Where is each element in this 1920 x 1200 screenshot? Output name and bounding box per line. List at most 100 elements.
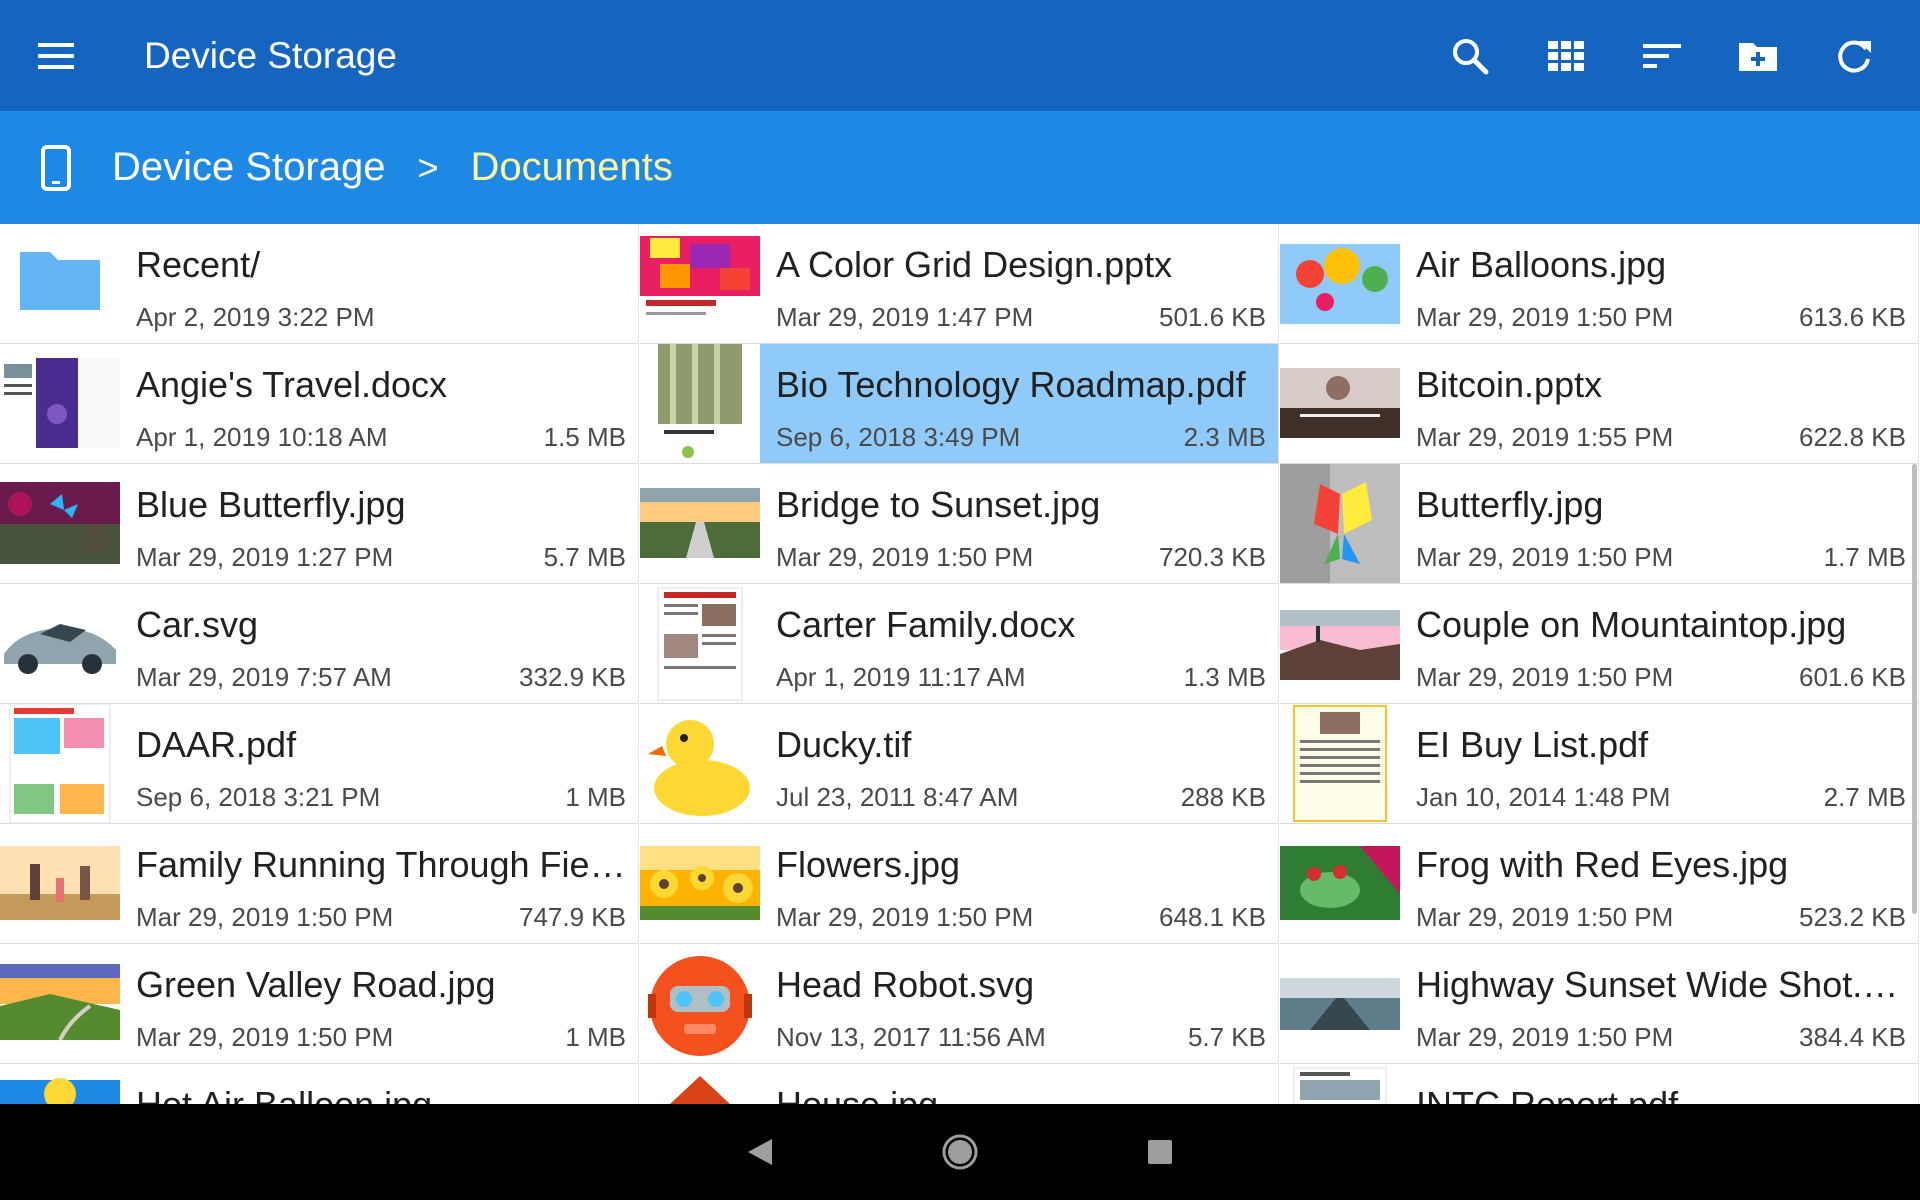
file-name: Bitcoin.pptx [1416,364,1603,405]
file-date: Mar 29, 2019 1:50 PM [776,542,1034,572]
ducky-thumbnail [640,704,760,823]
new-folder-button[interactable] [1710,0,1806,111]
scrollbar[interactable] [1912,464,1917,914]
file-date: Sep 6, 2018 3:21 PM [136,782,381,812]
file-name: Ducky.tif [776,724,912,765]
file-item[interactable]: Bridge to Sunset.jpg Mar 29, 2019 1:50 P… [640,464,1279,584]
sort-button[interactable] [1614,0,1710,111]
file-name: Blue Butterfly.jpg [136,484,406,525]
grid-view-icon [1548,40,1584,71]
file-size: 523.2 KB [1799,902,1906,932]
file-date: Apr 1, 2019 11:17 AM [776,662,1026,692]
file-item[interactable]: Green Valley Road.jpg Mar 29, 2019 1:50 … [0,944,639,1064]
file-size: 2.7 MB [1823,782,1906,812]
back-button[interactable] [660,1104,860,1200]
file-item[interactable]: EI Buy List.pdf Jan 10, 2014 1:48 PM 2.7… [1280,704,1919,824]
file-grid[interactable]: Recent/ Apr 2, 2019 3:22 PM A Color Grid… [0,224,1920,1104]
home-button[interactable] [860,1104,1060,1200]
file-date: Jan 10, 2014 1:48 PM [1416,782,1671,812]
file-size: 613.6 KB [1799,302,1906,332]
file-size: 5.7 KB [1187,1022,1266,1052]
new-folder-icon [1739,42,1777,71]
file-name: Air Balloons.jpg [1416,244,1667,285]
file-item[interactable]: INTC Report.pdf [1280,1064,1919,1104]
file-item[interactable]: Air Balloons.jpg Mar 29, 2019 1:50 PM 61… [1280,224,1919,344]
file-name: Bridge to Sunset.jpg [776,484,1101,525]
file-item[interactable]: Blue Butterfly.jpg Mar 29, 2019 1:27 PM … [0,464,639,584]
file-item[interactable]: Bitcoin.pptx Mar 29, 2019 1:55 PM 622.8 … [1280,344,1919,464]
family-running-thumbnail [0,824,120,943]
file-item[interactable]: Couple on Mountaintop.jpg Mar 29, 2019 1… [1280,584,1919,704]
file-date: Mar 29, 2019 1:50 PM [1416,662,1674,692]
device-button[interactable] [0,111,112,224]
file-name: A Color Grid Design.pptx [776,244,1173,285]
file-size: 5.7 MB [543,542,626,572]
file-size: 2.3 MB [1183,422,1266,452]
file-item-selected[interactable]: Bio Technology Roadmap.pdf Sep 6, 2018 3… [640,344,1279,464]
bridge-sunset-thumbnail [640,464,760,583]
file-name: Angie's Travel.docx [136,364,448,405]
file-size: 384.4 KB [1799,1022,1906,1052]
file-size: 747.9 KB [519,902,626,932]
menu-button[interactable] [0,0,112,111]
system-nav-bar [0,1104,1920,1200]
recents-button[interactable] [1060,1104,1260,1200]
file-item[interactable]: Car.svg Mar 29, 2019 7:57 AM 332.9 KB [0,584,639,704]
file-item[interactable]: Hot Air Balloon.jpg [0,1064,639,1104]
recents-icon [1148,1140,1172,1164]
refresh-icon [1838,40,1871,73]
file-item[interactable]: Head Robot.svg Nov 13, 2017 11:56 AM 5.7… [640,944,1279,1064]
robot-thumbnail [640,944,760,1063]
file-name: DAAR.pdf [136,724,297,765]
file-item[interactable]: A Color Grid Design.pptx Mar 29, 2019 1:… [640,224,1279,344]
file-name: Head Robot.svg [776,964,1035,1005]
breadcrumb-current[interactable]: Documents [471,145,673,190]
file-item[interactable]: Frog with Red Eyes.jpg Mar 29, 2019 1:50… [1280,824,1919,944]
refresh-button[interactable] [1806,0,1902,111]
file-size: 332.9 KB [519,662,626,692]
color-grid-thumbnail [640,224,760,343]
file-item[interactable]: Butterfly.jpg Mar 29, 2019 1:50 PM 1.7 M… [1280,464,1919,584]
file-name: Frog with Red Eyes.jpg [1416,844,1789,885]
flowers-thumbnail [640,824,760,943]
file-name: Recent/ [136,244,261,285]
file-item[interactable]: Highway Sunset Wide Shot.jpg Mar 29, 201… [1280,944,1919,1064]
file-date: Nov 13, 2017 11:56 AM [776,1022,1046,1052]
file-name: Carter Family.docx [776,604,1076,645]
file-name: EI Buy List.pdf [1416,724,1649,765]
file-name: Flowers.jpg [776,844,961,885]
file-item[interactable]: House.jpg [640,1064,1279,1104]
file-date: Mar 29, 2019 1:50 PM [136,1022,394,1052]
file-size: 501.6 KB [1159,302,1266,332]
file-item[interactable]: Angie's Travel.docx Apr 1, 2019 10:18 AM… [0,344,639,464]
bitcoin-thumbnail [1280,344,1400,463]
file-name: Bio Technology Roadmap.pdf [776,364,1246,405]
app-title: Device Storage [144,34,397,76]
sort-icon [1643,43,1681,68]
rainbow-butterfly-thumbnail [1280,464,1400,583]
file-date: Sep 6, 2018 3:49 PM [776,422,1021,452]
file-date: Mar 29, 2019 1:50 PM [1416,1022,1674,1052]
biotech-thumbnail [640,344,760,463]
file-item[interactable]: Ducky.tif Jul 23, 2011 8:47 AM 288 KB [640,704,1279,824]
file-name: Couple on Mountaintop.jpg [1416,604,1847,645]
file-item[interactable]: Carter Family.docx Apr 1, 2019 11:17 AM … [640,584,1279,704]
home-icon [942,1134,978,1170]
mountaintop-thumbnail [1280,584,1400,703]
file-item[interactable]: Family Running Through Fiel… Mar 29, 201… [0,824,639,944]
file-date: Mar 29, 2019 1:55 PM [1416,422,1674,452]
house-thumbnail [640,1064,760,1104]
grid-view-button[interactable] [1518,0,1614,111]
file-item[interactable]: Recent/ Apr 2, 2019 3:22 PM [0,224,639,344]
folder-icon [0,224,120,343]
file-size: 601.6 KB [1799,662,1906,692]
menu-icon [38,42,74,69]
search-icon [1453,38,1489,74]
file-item[interactable]: Flowers.jpg Mar 29, 2019 1:50 PM 648.1 K… [640,824,1279,944]
breadcrumb-root[interactable]: Device Storage [112,145,385,190]
search-button[interactable] [1422,0,1518,111]
file-date: Mar 29, 2019 1:27 PM [136,542,394,572]
file-date: Mar 29, 2019 1:50 PM [1416,542,1674,572]
file-item[interactable]: DAAR.pdf Sep 6, 2018 3:21 PM 1 MB [0,704,639,824]
travel-doc-thumbnail [0,344,120,463]
